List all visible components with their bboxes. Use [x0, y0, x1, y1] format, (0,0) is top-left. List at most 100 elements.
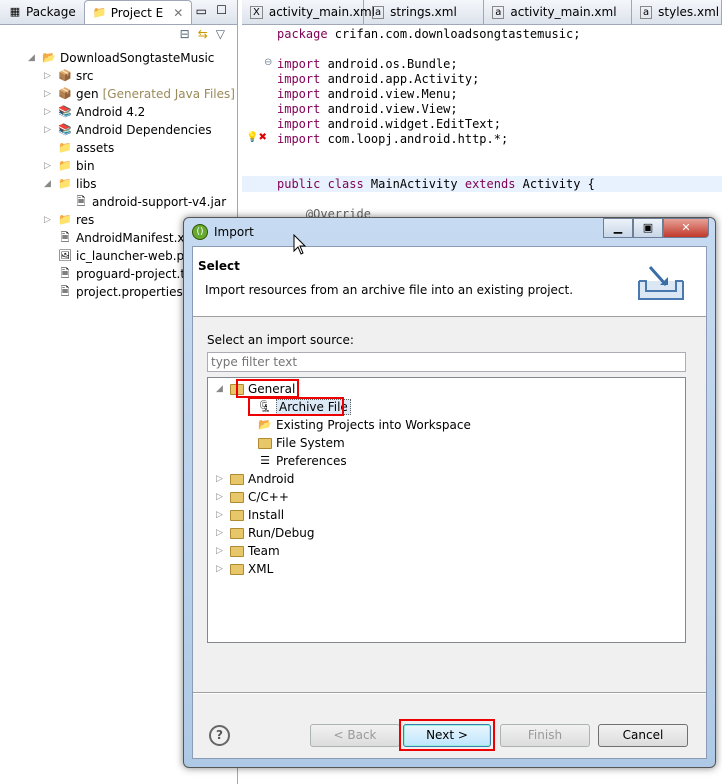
maximize-view-button[interactable]: ☐ — [216, 3, 227, 17]
maximize-button[interactable]: ▣ — [633, 218, 663, 238]
keyword: import — [277, 117, 321, 131]
code-text: Activity { — [515, 177, 595, 191]
view-tabs: ▦ Package 📁 Project E ✕ ▭ ☐ — [0, 0, 237, 25]
expand-arrow-icon[interactable]: ▷ — [216, 492, 226, 502]
import-source-label: Preferences — [276, 454, 347, 468]
import-source-item[interactable]: File System — [238, 434, 345, 452]
expand-arrow-icon[interactable]: ▷ — [216, 528, 226, 538]
tree-item[interactable]: ▷ 📁 bin — [44, 157, 95, 175]
tree-item-label: bin — [76, 159, 95, 173]
tree-item[interactable]: 🖼 ic_launcher-web.png — [44, 247, 199, 265]
folder-icon — [230, 563, 244, 575]
project-explorer-icon: 📁 — [92, 5, 107, 19]
import-source-item[interactable]: ☰ Preferences — [238, 452, 347, 470]
projects-icon: 📂 — [258, 418, 272, 431]
minimize-button[interactable]: ▁ — [603, 218, 633, 238]
cancel-button[interactable]: Cancel — [598, 724, 688, 747]
expand-arrow-icon[interactable]: ▷ — [216, 510, 226, 520]
package-icon: ▦ — [9, 5, 21, 18]
tree-item[interactable]: 📁 assets — [44, 139, 114, 157]
folder-icon — [230, 545, 244, 557]
tree-item[interactable]: 🗎 android-support-v4.jar — [60, 193, 227, 211]
expand-arrow-icon[interactable]: ◢ — [44, 179, 54, 189]
keyword: import — [277, 72, 321, 86]
code-line[interactable]: import android.view.Menu; — [277, 87, 458, 101]
image-file-icon: 🖼 — [58, 249, 72, 262]
filter-input[interactable] — [207, 352, 686, 372]
minimize-view-button[interactable]: ▭ — [196, 4, 207, 18]
import-source-label: File System — [276, 436, 345, 450]
keyword: public class — [277, 177, 364, 191]
tab-package-explorer[interactable]: ▦ Package — [0, 0, 84, 24]
expand-arrow-icon[interactable]: ▷ — [44, 125, 54, 135]
tree-item[interactable]: 🗎 project.properties — [44, 283, 183, 301]
close-icon[interactable]: ✕ — [173, 6, 183, 20]
import-source-label: C/C++ — [248, 490, 289, 504]
import-source-item[interactable]: ▷ Install — [216, 506, 284, 524]
tree-item-label: proguard-project.txt — [76, 267, 197, 281]
expand-arrow-icon[interactable]: ▷ — [44, 89, 54, 99]
expand-arrow-icon[interactable]: ▷ — [44, 161, 54, 171]
editor-tab[interactable]: Xactivity_main.xml — [242, 0, 375, 24]
tree-item[interactable]: ▷ 📦 src — [44, 67, 94, 85]
code-line[interactable]: import com.loopj.android.http.*; — [277, 132, 508, 146]
tab-project-explorer[interactable]: 📁 Project E ✕ — [83, 0, 193, 24]
code-text: android.widget.EditText; — [320, 117, 501, 131]
tree-item[interactable]: 🗎 AndroidManifest.xml — [44, 229, 200, 247]
import-source-label: Install — [248, 508, 285, 522]
tree-item-label: Android 4.2 — [76, 105, 146, 119]
code-line[interactable]: import android.widget.EditText; — [277, 117, 501, 131]
expand-arrow-icon[interactable]: ▷ — [216, 564, 226, 574]
import-source-item[interactable]: ▷ Android — [216, 470, 294, 488]
tree-item[interactable]: ◢ 📁 libs — [44, 175, 97, 193]
fold-icon[interactable]: ⊖ — [264, 57, 272, 68]
back-button[interactable]: < Back — [310, 724, 400, 747]
editor-tab[interactable]: a strings.xml — [364, 0, 485, 24]
code-line[interactable]: import android.view.View; — [277, 102, 458, 116]
keyword: import — [277, 57, 321, 71]
import-source-item[interactable]: ▷ Team — [216, 542, 280, 560]
code-line[interactable]: import android.app.Activity; — [277, 72, 479, 86]
jar-icon: 🗎 — [76, 195, 86, 208]
xml-file-icon: a — [372, 5, 385, 19]
import-source-item[interactable]: ▷ Run/Debug — [216, 524, 315, 542]
help-icon[interactable]: ? — [209, 725, 230, 746]
tree-item[interactable]: ▷ 📦 gen [Generated Java Files] — [44, 85, 235, 103]
editor-tab[interactable]: a styles.xml — [632, 0, 722, 24]
tree-item[interactable]: ◢ 📂 DownloadSongtasteMusic — [28, 49, 214, 67]
error-icon: 💡✖ — [246, 132, 267, 143]
folder-icon — [230, 509, 244, 521]
close-button[interactable]: ✕ — [663, 218, 709, 238]
code-line[interactable]: package crifan.com.downloadsongtastemusi… — [277, 27, 580, 41]
view-menu-chevron-down-icon[interactable]: ▽ — [216, 27, 225, 45]
import-source-label: Existing Projects into Workspace — [276, 418, 471, 432]
keyword: package — [277, 27, 328, 41]
tree-item[interactable]: ▷ 📚 Android 4.2 — [44, 103, 145, 121]
link-with-editor-icon[interactable]: ⇆ — [198, 27, 208, 45]
expand-arrow-icon[interactable]: ◢ — [216, 384, 226, 394]
tree-item[interactable]: ▷ 📚 Android Dependencies — [44, 121, 212, 139]
expand-arrow-icon[interactable]: ▷ — [44, 71, 54, 81]
expand-arrow-icon[interactable]: ▷ — [44, 107, 54, 117]
expand-arrow-icon[interactable]: ▷ — [44, 215, 54, 225]
tree-item[interactable]: ▷ 📁 res — [44, 211, 94, 229]
import-source-item[interactable]: ▷ XML — [216, 560, 273, 578]
library-icon: 📚 — [58, 123, 72, 136]
tree-item[interactable]: 🗎 proguard-project.txt — [44, 265, 197, 283]
import-source-item[interactable]: 📂 Existing Projects into Workspace — [238, 416, 471, 434]
code-line[interactable]: public class MainActivity extends Activi… — [277, 177, 595, 191]
expand-arrow-icon[interactable]: ▷ — [216, 474, 226, 484]
code-text: crifan.com.downloadsongtastemusic; — [327, 27, 581, 41]
highlight-box — [248, 397, 344, 416]
collapse-all-icon[interactable]: ⊟ — [180, 27, 190, 45]
code-line[interactable]: import android.os.Bundle; — [277, 57, 458, 71]
editor-tab[interactable]: a activity_main.xml — [484, 0, 632, 24]
expand-arrow-icon[interactable]: ◢ — [28, 53, 38, 63]
import-source-item[interactable]: ▷ C/C++ — [216, 488, 289, 506]
preferences-icon: ☰ — [260, 454, 270, 467]
finish-button[interactable]: Finish — [500, 724, 590, 747]
expand-arrow-icon[interactable]: ▷ — [216, 546, 226, 556]
import-source-tree[interactable]: ◢ General 🗜 Archive File 📂 Existing Projects … — [207, 377, 686, 643]
tree-item-label: ic_launcher-web.png — [76, 249, 200, 263]
import-source-label: XML — [248, 562, 274, 576]
